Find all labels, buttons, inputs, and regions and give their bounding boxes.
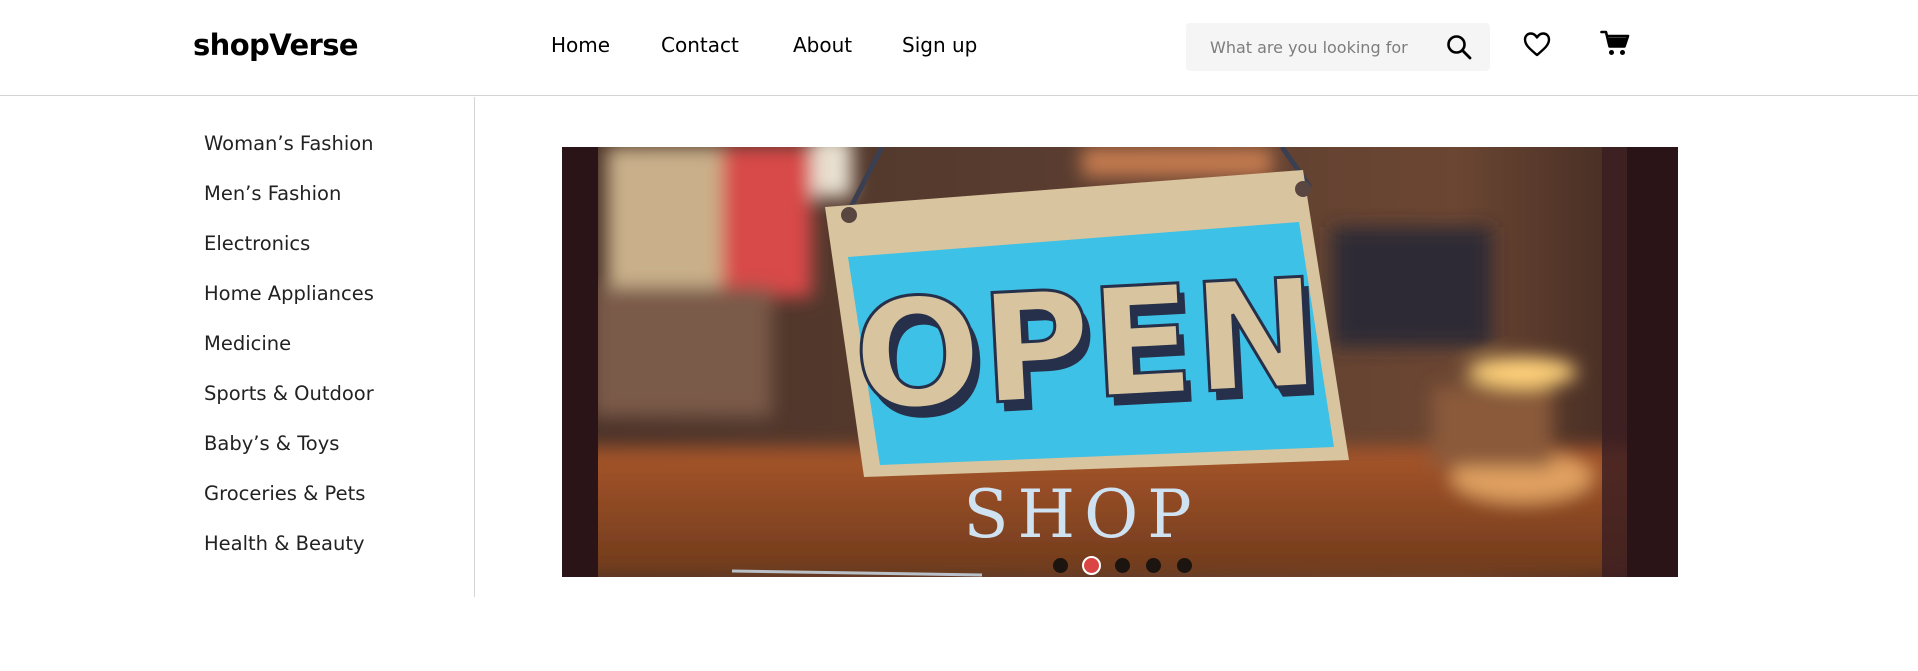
- slider-dot[interactable]: [1176, 557, 1192, 573]
- category-electronics[interactable]: Electronics: [204, 233, 374, 283]
- search-box: [1186, 23, 1490, 71]
- category-groceries-pets[interactable]: Groceries & Pets: [204, 483, 374, 533]
- nav-about-link[interactable]: About: [793, 33, 852, 57]
- category-medicine[interactable]: Medicine: [204, 333, 374, 383]
- shop-window-text: SHOP: [963, 476, 1200, 553]
- hero-image: OPEN OPEN SHOP: [562, 147, 1678, 577]
- nav-contact-link[interactable]: Contact: [661, 33, 739, 57]
- slider-dot[interactable]: [1145, 557, 1161, 573]
- category-womens-fashion[interactable]: Woman’s Fashion: [204, 133, 374, 183]
- category-list: Woman’s Fashion Men’s Fashion Electronic…: [204, 133, 374, 583]
- nav-signup-link[interactable]: Sign up: [902, 33, 977, 57]
- cart-icon[interactable]: [1600, 28, 1630, 58]
- slider-dot[interactable]: [1052, 557, 1068, 573]
- category-babys-toys[interactable]: Baby’s & Toys: [204, 433, 374, 483]
- site-header: shopVerse Home Contact About Sign up: [0, 0, 1918, 96]
- category-health-beauty[interactable]: Health & Beauty: [204, 533, 374, 583]
- hero-banner[interactable]: OPEN OPEN SHOP: [562, 147, 1678, 577]
- category-mens-fashion[interactable]: Men’s Fashion: [204, 183, 374, 233]
- nav-home-link[interactable]: Home: [551, 33, 610, 57]
- category-sidebar: Woman’s Fashion Men’s Fashion Electronic…: [0, 97, 475, 597]
- search-input[interactable]: [1210, 23, 1432, 71]
- category-home-appliances[interactable]: Home Appliances: [204, 283, 374, 333]
- open-sign: OPEN OPEN: [825, 170, 1349, 477]
- category-sports-outdoor[interactable]: Sports & Outdoor: [204, 383, 374, 433]
- open-sign-text: OPEN: [849, 247, 1323, 445]
- brand-logo[interactable]: shopVerse: [193, 28, 359, 62]
- slider-dot[interactable]: [1081, 555, 1101, 575]
- heart-icon[interactable]: [1522, 30, 1552, 58]
- slider-dot[interactable]: [1114, 557, 1130, 573]
- search-icon[interactable]: [1446, 34, 1472, 60]
